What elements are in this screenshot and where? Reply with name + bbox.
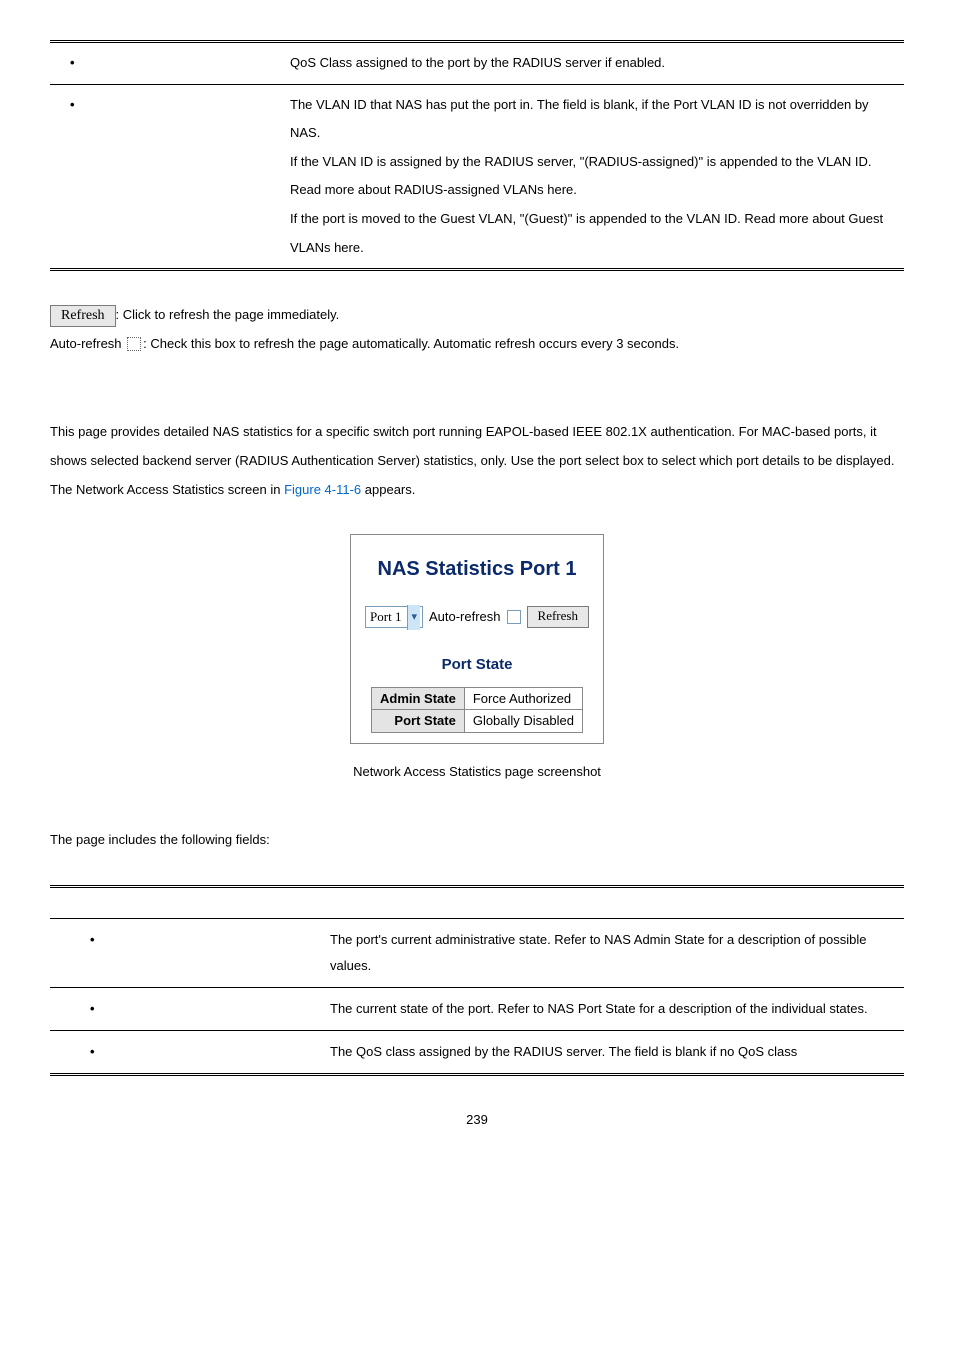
port-select-value: Port 1 — [370, 603, 401, 632]
checkbox-icon[interactable] — [127, 337, 141, 351]
port-state-table: Admin State Force Authorized Port State … — [371, 687, 583, 733]
figure-link[interactable]: Figure 4-11-6 — [284, 482, 361, 497]
table-row: The port's current administrative state.… — [50, 918, 904, 987]
table-row: Port State Globally Disabled — [371, 710, 582, 733]
row-bullet — [50, 1030, 320, 1074]
paragraph-post: appears. — [361, 482, 415, 497]
row-bullet — [50, 918, 320, 987]
port-state-value: Globally Disabled — [464, 710, 582, 733]
figure-controls: Port 1 ▾ Auto-refresh Refresh — [365, 601, 589, 644]
figure-container: NAS Statistics Port 1 Port 1 ▾ Auto-refr… — [50, 534, 904, 786]
refresh-click-text: : Click to refresh the page immediately. — [116, 307, 340, 322]
paragraph-pre: This page provides detailed NAS statisti… — [50, 424, 894, 496]
port-state-label: Admin State — [371, 687, 464, 710]
autorefresh-label: Auto-refresh — [50, 336, 125, 351]
port-state-heading: Port State — [365, 648, 589, 681]
refresh-button[interactable]: Refresh — [50, 305, 116, 327]
row-bullet — [50, 84, 280, 270]
row-desc: The current state of the port. Refer to … — [320, 987, 904, 1030]
fields-header-row — [50, 886, 904, 918]
port-state-label: Port State — [371, 710, 464, 733]
row-desc: QoS Class assigned to the port by the RA… — [280, 42, 904, 85]
autorefresh-figure-label: Auto-refresh — [429, 603, 501, 632]
autorefresh-note: Auto-refresh : Check this box to refresh… — [50, 330, 904, 359]
figure-refresh-button[interactable]: Refresh — [527, 606, 589, 628]
table-row: QoS Class assigned to the port by the RA… — [50, 42, 904, 85]
figure-title: NAS Statistics Port 1 — [365, 547, 589, 591]
chevron-down-icon: ▾ — [407, 605, 420, 629]
intro-paragraph: This page provides detailed NAS statisti… — [50, 418, 904, 504]
table-row: The VLAN ID that NAS has put the port in… — [50, 84, 904, 270]
refresh-note: Refresh: Click to refresh the page immed… — [50, 301, 904, 330]
fields-table: The port's current administrative state.… — [50, 885, 904, 1076]
port-select[interactable]: Port 1 ▾ — [365, 606, 423, 628]
row-bullet — [50, 987, 320, 1030]
page-number: 239 — [50, 1106, 904, 1135]
fields-intro: The page includes the following fields: — [50, 826, 904, 855]
figure-box: NAS Statistics Port 1 Port 1 ▾ Auto-refr… — [350, 534, 604, 744]
table-row: The current state of the port. Refer to … — [50, 987, 904, 1030]
table-row: Admin State Force Authorized — [371, 687, 582, 710]
table-row: The QoS class assigned by the RADIUS ser… — [50, 1030, 904, 1074]
top-definitions-table: QoS Class assigned to the port by the RA… — [50, 40, 904, 271]
row-desc: The port's current administrative state.… — [320, 918, 904, 987]
port-state-value: Force Authorized — [464, 687, 582, 710]
autorefresh-text: : Check this box to refresh the page aut… — [143, 336, 679, 351]
autorefresh-checkbox[interactable] — [507, 610, 521, 624]
figure-caption: Network Access Statistics page screensho… — [50, 758, 904, 787]
row-bullet — [50, 42, 280, 85]
row-desc: The QoS class assigned by the RADIUS ser… — [320, 1030, 904, 1074]
row-desc: The VLAN ID that NAS has put the port in… — [280, 84, 904, 270]
